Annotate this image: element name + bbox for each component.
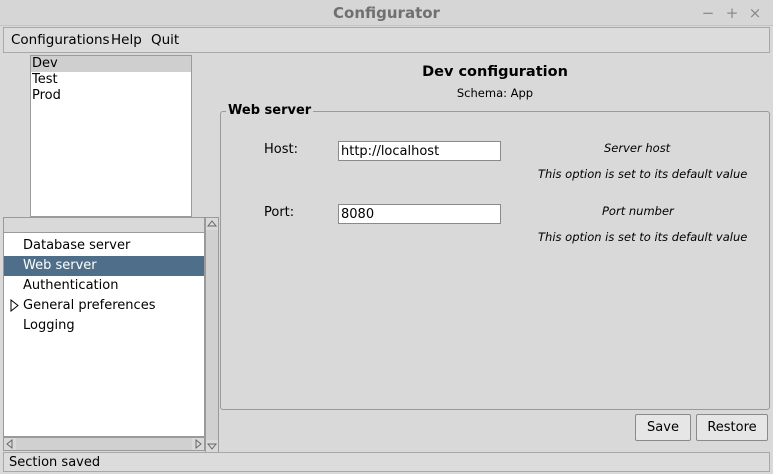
- minimize-icon[interactable]: −: [699, 4, 717, 22]
- status-text: Section saved: [9, 455, 101, 470]
- scroll-down-icon[interactable]: [206, 440, 218, 452]
- host-input[interactable]: [338, 141, 501, 161]
- host-default-note: This option is set to its default value: [538, 167, 748, 181]
- expand-arrow-icon[interactable]: [10, 299, 19, 312]
- configuration-list[interactable]: Dev Test Prod: [30, 55, 192, 217]
- menu-configurations[interactable]: Configurations: [11, 28, 110, 52]
- menu-help[interactable]: Help: [111, 28, 142, 52]
- port-input[interactable]: [338, 204, 501, 224]
- menu-quit[interactable]: Quit: [151, 28, 179, 52]
- tree-item-logging[interactable]: Logging: [4, 316, 204, 336]
- maximize-icon[interactable]: +: [723, 4, 741, 22]
- schema-label: Schema: App: [456, 86, 534, 100]
- host-description: Server host: [604, 141, 671, 155]
- vertical-scrollbar[interactable]: [205, 217, 219, 453]
- tree-item-authentication[interactable]: Authentication: [4, 276, 204, 296]
- scroll-up-icon[interactable]: [206, 218, 218, 230]
- port-default-note: This option is set to its default value: [538, 230, 748, 244]
- port-label: Port:: [264, 205, 295, 220]
- horizontal-scrollbar[interactable]: [3, 437, 205, 451]
- menu-bar: Configurations Help Quit: [3, 27, 770, 53]
- tree-item-database-server[interactable]: Database server: [4, 236, 204, 256]
- window-title: Configurator: [333, 4, 440, 22]
- scroll-left-icon[interactable]: [4, 438, 16, 450]
- config-item-prod[interactable]: Prod: [31, 88, 191, 104]
- tree-header: [4, 218, 204, 233]
- tree-item-web-server[interactable]: Web server: [4, 256, 204, 276]
- save-button[interactable]: Save: [635, 414, 691, 441]
- config-item-test[interactable]: Test: [31, 72, 191, 88]
- config-item-dev[interactable]: Dev: [31, 56, 191, 72]
- restore-button[interactable]: Restore: [696, 414, 768, 441]
- scroll-right-icon[interactable]: [192, 438, 204, 450]
- host-label: Host:: [264, 142, 298, 157]
- section-title: Web server: [226, 103, 314, 119]
- status-bar: Section saved: [3, 452, 770, 472]
- section-tree[interactable]: Database server Web server Authenticatio…: [3, 217, 205, 437]
- tree-item-general-preferences[interactable]: General preferences: [4, 296, 204, 316]
- page-title: Dev configuration: [422, 64, 568, 80]
- port-description: Port number: [602, 204, 674, 218]
- close-icon[interactable]: ×: [746, 4, 764, 22]
